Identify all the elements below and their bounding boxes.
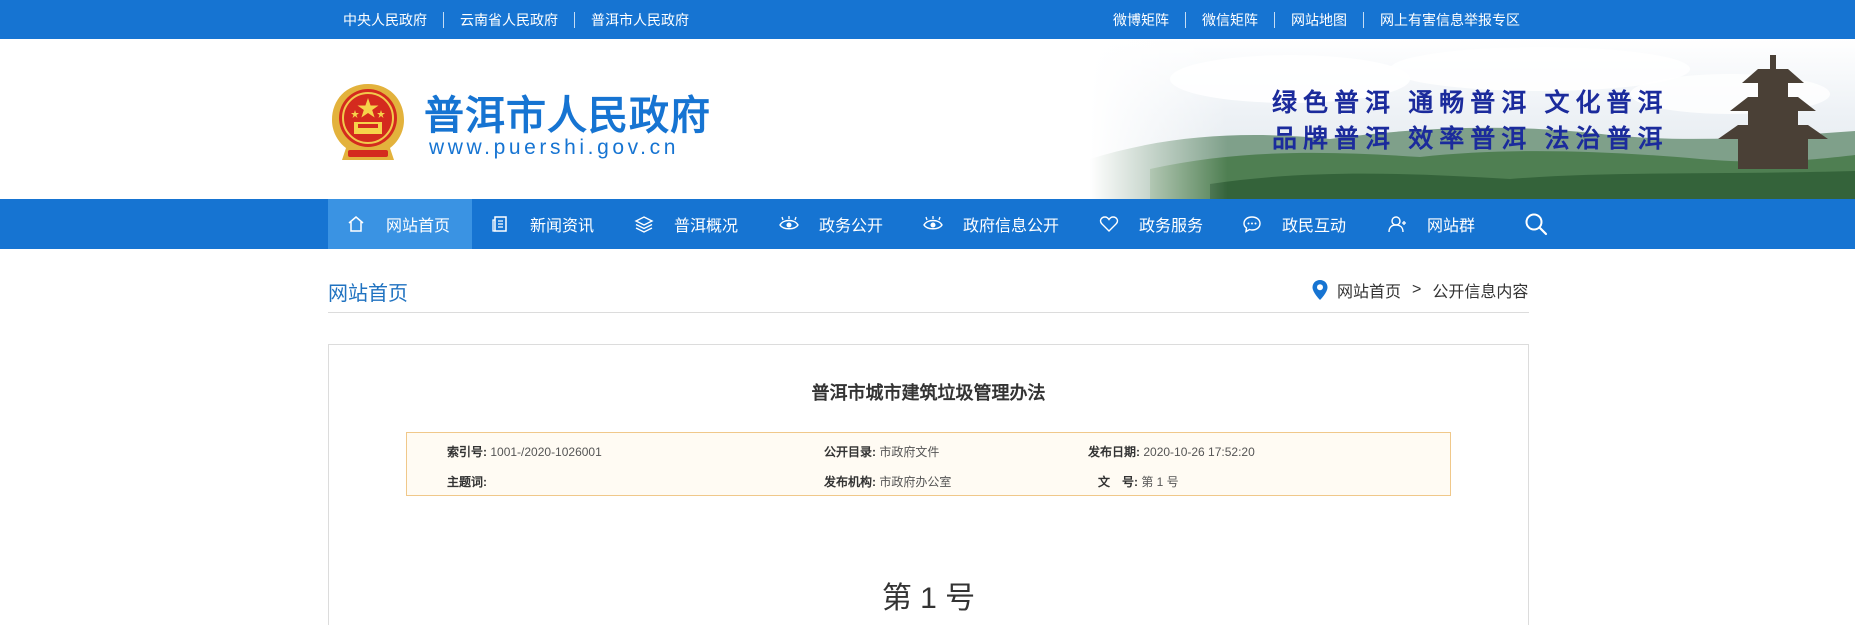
user-icon xyxy=(1388,216,1406,233)
breadcrumb-divider xyxy=(328,312,1529,313)
chat-icon xyxy=(1243,216,1261,233)
nav-item-gov-info[interactable]: 政府信息公开 xyxy=(923,199,1059,249)
top-link-central-gov[interactable]: 中央人民政府 xyxy=(327,12,443,28)
location-pin-icon xyxy=(1312,280,1328,300)
meta-org-value: 市政府办公室 xyxy=(879,475,952,489)
top-bar: 中央人民政府 云南省人民政府 普洱市人民政府 微博矩阵 微信矩阵 网站地图 网上… xyxy=(0,0,1855,39)
search-icon[interactable] xyxy=(1524,212,1548,236)
top-link-sitemap[interactable]: 网站地图 xyxy=(1274,11,1363,28)
nav-item-home[interactable]: 网站首页 xyxy=(328,199,472,249)
top-links-left: 中央人民政府 云南省人民政府 普洱市人民政府 xyxy=(327,0,705,39)
content-panel: 普洱市城市建筑垃圾管理办法 索引号: 1001-/2020-1026001 公开… xyxy=(328,344,1529,625)
meta-catalog-label: 公开目录: xyxy=(824,445,876,459)
section-title: 网站首页 xyxy=(328,283,408,305)
main-nav: 网站首页 新闻资讯 普洱概况 政务公开 政府信息公开 政务服务 政民互动 网站群 xyxy=(0,199,1855,249)
meta-date: 发布日期: 2020-10-26 17:52:20 xyxy=(1088,443,1255,460)
nav-item-news[interactable]: 新闻资讯 xyxy=(490,199,594,249)
meta-keyword-label: 主题词: xyxy=(447,475,487,489)
meta-org: 发布机构: 市政府办公室 xyxy=(824,473,951,490)
meta-keyword: 主题词: xyxy=(447,473,487,490)
nav-item-interaction[interactable]: 政民互动 xyxy=(1242,199,1346,249)
meta-catalog: 公开目录: 市政府文件 xyxy=(824,443,939,460)
nav-item-label: 网站首页 xyxy=(386,218,451,235)
top-link-weibo[interactable]: 微博矩阵 xyxy=(1097,12,1185,28)
nav-item-label: 新闻资讯 xyxy=(530,218,595,235)
eye-icon xyxy=(923,216,943,230)
site-title[interactable]: 普洱市人民政府 xyxy=(424,83,711,141)
nav-item-site-group[interactable]: 网站群 xyxy=(1387,199,1475,249)
nav-item-label: 政民互动 xyxy=(1282,218,1347,235)
site-url: www.puershi.gov.cn xyxy=(429,136,679,159)
heart-icon xyxy=(1099,216,1119,232)
top-link-yunnan-gov[interactable]: 云南省人民政府 xyxy=(443,11,574,28)
slogan-line-1: 绿色普洱 通畅普洱 文化普洱 xyxy=(1272,90,1669,117)
nav-item-label: 网站群 xyxy=(1427,218,1476,235)
national-emblem-logo[interactable] xyxy=(328,80,408,164)
breadcrumb: 网站首页 > 公开信息内容 xyxy=(1311,278,1528,302)
meta-index: 索引号: 1001-/2020-1026001 xyxy=(447,443,602,460)
breadcrumb-current: 公开信息内容 xyxy=(1432,284,1529,301)
news-icon xyxy=(492,216,507,232)
meta-docno-label: 文 号: xyxy=(1098,475,1138,489)
nav-item-label: 政府信息公开 xyxy=(963,218,1060,235)
breadcrumb-separator: > xyxy=(1412,281,1422,298)
top-link-wechat[interactable]: 微信矩阵 xyxy=(1185,11,1274,28)
meta-org-label: 发布机构: xyxy=(824,475,876,489)
nav-item-gov-affairs[interactable]: 政务公开 xyxy=(779,199,883,249)
meta-docno-value: 第 1 号 xyxy=(1141,475,1179,489)
meta-docno: 文 号: 第 1 号 xyxy=(1098,473,1179,490)
meta-date-label: 发布日期: xyxy=(1088,445,1140,459)
meta-date-value: 2020-10-26 17:52:20 xyxy=(1143,445,1255,459)
meta-index-label: 索引号: xyxy=(447,445,487,459)
layers-icon xyxy=(634,216,654,233)
breadcrumb-home[interactable]: 网站首页 xyxy=(1337,278,1401,302)
slogan-line-2: 品牌普洱 效率普洱 法治普洱 xyxy=(1272,126,1669,153)
nav-item-label: 普洱概况 xyxy=(674,218,739,235)
top-links-right: 微博矩阵 微信矩阵 网站地图 网上有害信息举报专区 xyxy=(1097,0,1536,39)
document-meta-table: 索引号: 1001-/2020-1026001 公开目录: 市政府文件 发布日期… xyxy=(406,432,1451,496)
eye-icon xyxy=(779,216,799,230)
meta-index-value: 1001-/2020-1026001 xyxy=(490,445,602,459)
nav-item-label: 政务服务 xyxy=(1139,218,1204,235)
top-link-puer-gov[interactable]: 普洱市人民政府 xyxy=(574,11,705,28)
document-title: 普洱市城市建筑垃圾管理办法 xyxy=(811,383,1046,403)
home-icon xyxy=(348,216,364,232)
meta-catalog-value: 市政府文件 xyxy=(879,445,940,459)
top-link-report[interactable]: 网上有害信息举报专区 xyxy=(1363,11,1536,28)
nav-item-overview[interactable]: 普洱概况 xyxy=(634,199,738,249)
document-number-heading: 第 1 号 xyxy=(881,582,976,615)
nav-item-services[interactable]: 政务服务 xyxy=(1099,199,1203,249)
site-header: 普洱市人民政府 www.puershi.gov.cn 绿色普洱 通畅普洱 文化普… xyxy=(0,39,1855,199)
nav-item-label: 政务公开 xyxy=(819,218,884,235)
